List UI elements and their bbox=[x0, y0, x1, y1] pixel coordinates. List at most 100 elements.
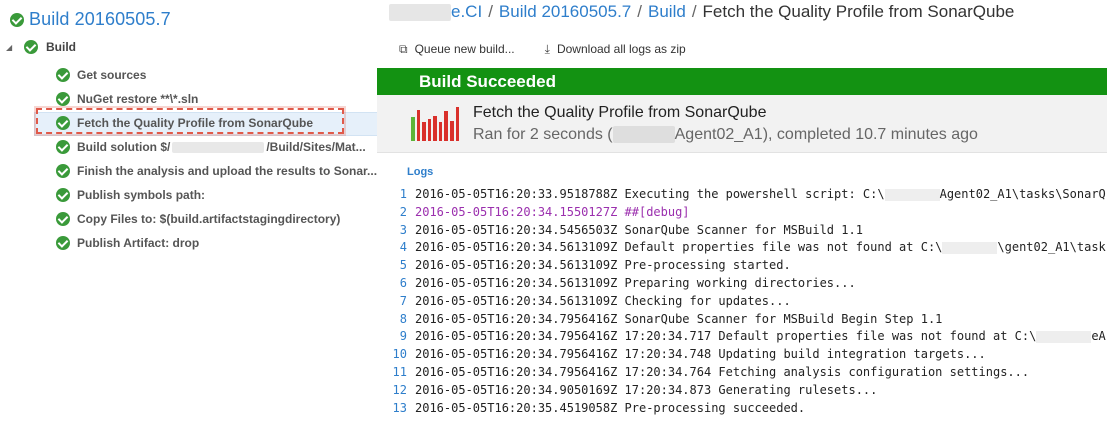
history-bar[interactable] bbox=[449, 121, 454, 141]
log-line: 1 2016-05-05T16:20:33.9518788Z Executing … bbox=[389, 186, 1107, 204]
log-text-post: Agent02_A1\tasks\SonarQ bbox=[939, 187, 1106, 201]
redacted-block bbox=[172, 142, 265, 154]
step-publish-artifact[interactable]: Publish Artifact: drop bbox=[56, 231, 377, 255]
log-line-number: 7 bbox=[399, 293, 407, 308]
step-meta-pre: Ran for 2 seconds ( bbox=[473, 126, 613, 143]
history-bar[interactable] bbox=[433, 116, 437, 141]
download-logs-label: Download all logs as zip bbox=[556, 42, 686, 56]
logs-heading[interactable]: Logs bbox=[407, 166, 433, 178]
log-line-text: 2016-05-05T16:20:34.5456503Z SonarQube S… bbox=[415, 222, 863, 237]
log-line: 7 2016-05-05T16:20:34.5613109Z Checking f… bbox=[389, 293, 1107, 311]
step-label: Publish symbols path: bbox=[77, 188, 206, 202]
log-line-text-debug: 2016-05-05T16:20:34.1550127Z ##[debug] bbox=[415, 204, 690, 219]
log-line: 4 2016-05-05T16:20:34.5613109Z Default pr… bbox=[389, 239, 1107, 257]
log-line-number: 2 bbox=[399, 204, 407, 219]
step-copy-files[interactable]: Copy Files to: $(build.artifactstagingdi… bbox=[56, 207, 377, 231]
step-publish-symbols[interactable]: Publish symbols path: bbox=[56, 183, 377, 207]
breadcrumb-project-link[interactable]: e.CI bbox=[451, 2, 482, 22]
step-label: Get sources bbox=[77, 68, 147, 82]
log-line-text: 2016-05-05T16:20:34.5613109Z Pre-process… bbox=[415, 258, 791, 273]
history-bar[interactable] bbox=[411, 117, 415, 141]
pane-splitter[interactable] bbox=[377, 0, 389, 425]
queue-new-build-button[interactable]: ⧉ Queue new build... bbox=[399, 42, 515, 57]
log-line-text: 2016-05-05T16:20:34.7956416Z 17:20:34.71… bbox=[415, 328, 1106, 346]
log-text: 2016-05-05T16:20:34.5613109Z Default pro… bbox=[415, 240, 943, 255]
breadcrumb-separator: / bbox=[691, 2, 697, 21]
history-bar[interactable] bbox=[422, 122, 426, 141]
success-check-icon bbox=[56, 140, 70, 154]
log-output[interactable]: 1 2016-05-05T16:20:33.9518788Z Executing … bbox=[389, 186, 1107, 417]
history-bar[interactable] bbox=[416, 110, 421, 141]
success-check-icon bbox=[56, 164, 70, 178]
build-title-text[interactable]: Build 20160505.7 bbox=[29, 9, 171, 30]
breadcrumb-separator: / bbox=[637, 2, 642, 21]
build-tree-pane: Build 20160505.7 ◢ Build Get sources NuG… bbox=[0, 0, 379, 425]
step-label: Publish Artifact: drop bbox=[77, 236, 200, 250]
success-check-icon bbox=[56, 188, 70, 202]
redacted-block bbox=[942, 241, 998, 254]
tree-root-build[interactable]: ◢ Build bbox=[6, 39, 76, 55]
breadcrumb-build-link[interactable]: Build 20160505.7 bbox=[499, 2, 631, 22]
step-fetch-quality-profile[interactable]: Fetch the Quality Profile from SonarQube bbox=[33, 111, 379, 136]
step-summary: Fetch the Quality Profile from SonarQube… bbox=[377, 95, 1107, 153]
success-check-icon bbox=[56, 68, 70, 82]
history-bar[interactable] bbox=[427, 119, 432, 141]
build-history-chart[interactable] bbox=[411, 107, 460, 141]
log-line-text: 2016-05-05T16:20:34.5613109Z Preparing w… bbox=[415, 275, 856, 290]
log-line: 8 2016-05-05T16:20:34.7956416Z SonarQube … bbox=[389, 311, 1107, 329]
build-details-pane: e.CI / Build 20160505.7 / Build / Fetch … bbox=[389, 0, 1107, 425]
success-check-icon bbox=[10, 12, 24, 27]
log-line-number: 10 bbox=[392, 347, 407, 362]
step-label: Copy Files to: $(build.artifactstagingdi… bbox=[77, 212, 341, 226]
step-finish-analysis[interactable]: Finish the analysis and upload the resul… bbox=[56, 159, 377, 183]
log-line-text: 2016-05-05T16:20:34.5613109Z Default pro… bbox=[415, 239, 1106, 257]
step-label: NuGet restore **\*.sln bbox=[77, 92, 199, 106]
log-line-number: 13 bbox=[392, 400, 407, 415]
history-bar[interactable] bbox=[444, 111, 448, 141]
breadcrumb-separator: / bbox=[488, 2, 493, 21]
log-line: 9 2016-05-05T16:20:34.7956416Z 17:20:34.7… bbox=[389, 328, 1107, 346]
log-line-number: 6 bbox=[399, 275, 407, 290]
step-summary-meta: Ran for 2 seconds (Agent02_A1), complete… bbox=[473, 126, 978, 144]
download-icon: ⤓ bbox=[544, 41, 550, 56]
toolbar: ⧉ Queue new build... ⤓ Download all logs… bbox=[389, 38, 706, 60]
redacted-block bbox=[612, 126, 675, 144]
build-steps-list: Get sources NuGet restore **\*.sln Fetch… bbox=[33, 63, 379, 255]
build-title[interactable]: Build 20160505.7 bbox=[10, 9, 171, 30]
log-line: 13 2016-05-05T16:20:35.4519058Z Pre-proce… bbox=[389, 400, 1107, 418]
log-line-number: 11 bbox=[392, 364, 407, 379]
log-line: 11 2016-05-05T16:20:34.7956416Z 17:20:34.… bbox=[389, 364, 1107, 382]
log-line-number: 1 bbox=[399, 187, 407, 201]
log-line: 6 2016-05-05T16:20:34.5613109Z Preparing … bbox=[389, 275, 1107, 293]
step-label: Finish the analysis and upload the resul… bbox=[77, 164, 378, 178]
log-line-number: 5 bbox=[399, 258, 407, 273]
queue-build-icon: ⧉ bbox=[399, 41, 408, 56]
success-check-icon bbox=[56, 92, 70, 106]
redacted-block bbox=[389, 3, 451, 21]
tree-root-label[interactable]: Build bbox=[46, 40, 76, 54]
log-line-number: 3 bbox=[399, 222, 407, 237]
expand-triangle-icon[interactable]: ◢ bbox=[6, 43, 18, 52]
breadcrumb-section-link[interactable]: Build bbox=[648, 2, 686, 22]
download-logs-button[interactable]: ⤓ Download all logs as zip bbox=[545, 42, 686, 57]
success-check-icon bbox=[56, 236, 70, 250]
log-line-number: 8 bbox=[399, 311, 407, 326]
step-get-sources[interactable]: Get sources bbox=[56, 63, 377, 87]
step-build-solution[interactable]: Build solution $/ /Build/Sites/Mat... bbox=[56, 135, 377, 159]
log-line: 2 2016-05-05T16:20:34.1550127Z ##[debug] bbox=[389, 204, 1107, 222]
step-label: Fetch the Quality Profile from SonarQube bbox=[77, 116, 314, 130]
history-bar[interactable] bbox=[455, 107, 460, 141]
log-line-text: 2016-05-05T16:20:34.5613109Z Checking fo… bbox=[415, 293, 791, 308]
log-text-post: eA bbox=[1091, 329, 1106, 344]
log-text: 2016-05-05T16:20:33.9518788Z Executing t… bbox=[415, 187, 885, 201]
log-text-post: \gent02_A1\task bbox=[997, 240, 1106, 255]
queue-new-build-label: Queue new build... bbox=[414, 42, 515, 56]
history-bar[interactable] bbox=[438, 122, 443, 141]
step-nuget-restore[interactable]: NuGet restore **\*.sln bbox=[56, 87, 377, 111]
log-line: 10 2016-05-05T16:20:34.7956416Z 17:20:34.… bbox=[389, 346, 1107, 364]
log-line-text: 2016-05-05T16:20:34.7956416Z SonarQube S… bbox=[415, 311, 943, 326]
step-summary-title: Fetch the Quality Profile from SonarQube bbox=[473, 104, 767, 121]
redacted-block bbox=[1036, 330, 1092, 343]
log-line-text: 2016-05-05T16:20:33.9518788Z Executing t… bbox=[415, 186, 1106, 204]
log-line: 12 2016-05-05T16:20:34.9050169Z 17:20:34.… bbox=[389, 382, 1107, 400]
